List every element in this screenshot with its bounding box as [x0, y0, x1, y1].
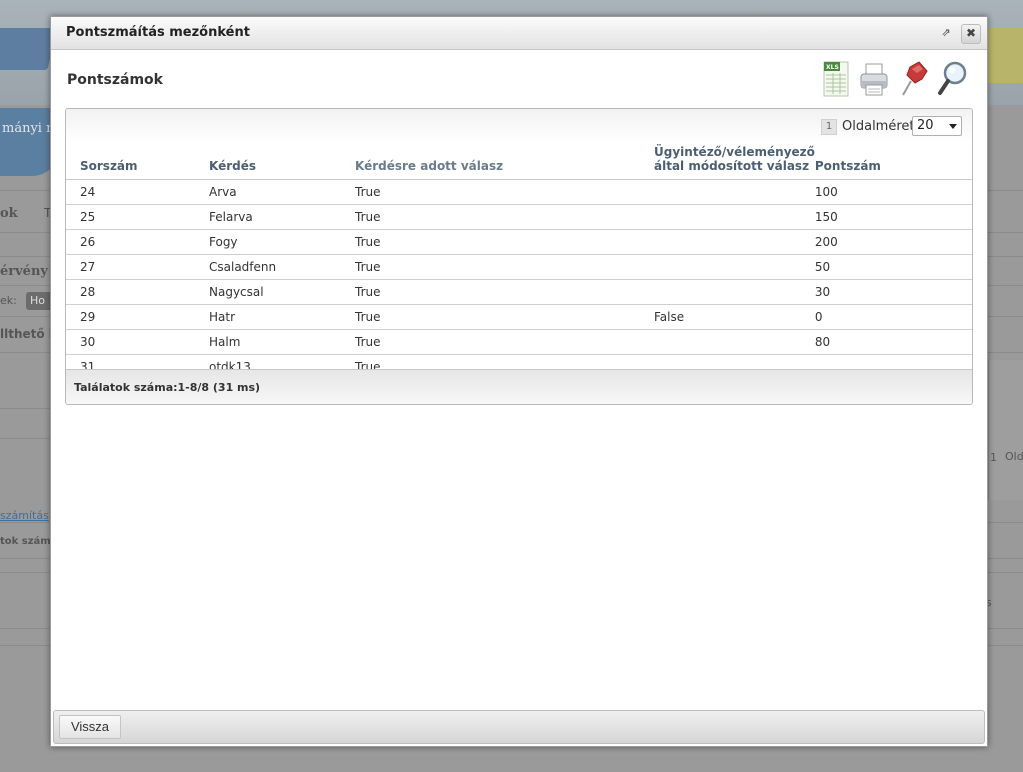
cell-number: 24	[66, 179, 195, 205]
cell-number: 26	[66, 229, 195, 255]
cell-score: 30	[814, 279, 972, 305]
page-size-select[interactable]: 20	[912, 116, 962, 136]
column-header-question[interactable]: Kérdés	[195, 143, 341, 180]
cell-score: 0	[814, 304, 972, 330]
cell-modified-answer	[654, 229, 815, 255]
scores-table: Sorszám Kérdés Kérdésre adott válasz Ügy…	[66, 143, 972, 380]
dialog-titlebar[interactable]: Pontszmáítás mezőnként ⇗ ✖	[51, 17, 987, 50]
table-footer: Találatok száma:1-8/8 (31 ms)	[66, 369, 972, 404]
table-row[interactable]: 26 Fogy True 200	[66, 229, 972, 255]
table-row[interactable]: 29 Hatr True False 0	[66, 304, 972, 330]
chevron-down-icon	[949, 124, 957, 129]
table-row[interactable]: 30 Halm True 80	[66, 329, 972, 355]
results-count: Találatok száma:1-8/8 (31 ms)	[74, 381, 261, 394]
xls-label: XLS	[826, 64, 839, 71]
cell-answer: True	[341, 254, 654, 280]
table-toolbar: 1 Oldalméret 20	[66, 109, 972, 143]
background-filter-label: ek:	[0, 294, 17, 307]
back-button[interactable]: Vissza	[59, 715, 121, 739]
table-row[interactable]: 24 Arva True 100	[66, 179, 972, 205]
section-title: Pontszámok	[67, 72, 163, 88]
cell-score: 200	[814, 229, 972, 255]
cell-question: Csaladfenn	[195, 254, 341, 280]
cell-score: 150	[814, 204, 972, 230]
column-header-modified-line1: Ügyintéző/véleményező	[654, 145, 815, 159]
magnifier-icon[interactable]	[935, 59, 969, 101]
background-menu-item: ok	[0, 206, 18, 221]
dialog-button-bar: Vissza	[53, 710, 985, 744]
printer-icon[interactable]	[857, 59, 891, 101]
cell-number: 27	[66, 254, 195, 280]
cell-answer: True	[341, 304, 654, 330]
background-decoration	[985, 28, 1023, 83]
xls-export-icon[interactable]: XLS	[819, 59, 853, 101]
cell-number: 28	[66, 279, 195, 305]
table-header-row: Sorszám Kérdés Kérdésre adott válasz Ügy…	[66, 143, 972, 180]
table-row[interactable]: 27 Csaladfenn True 50	[66, 254, 972, 280]
cell-question: Hatr	[195, 304, 341, 330]
background-heading: érvény	[0, 264, 48, 279]
cell-question: Fogy	[195, 229, 341, 255]
cell-number: 30	[66, 329, 195, 355]
column-header-answer[interactable]: Kérdésre adott válasz	[341, 143, 654, 180]
column-header-score[interactable]: Pontszám	[814, 143, 972, 180]
scores-table-panel: 1 Oldalméret 20 Sorszám Kérdés Kérdésre …	[65, 108, 973, 405]
background-pager-num: 1	[990, 451, 997, 464]
column-header-modified-answer[interactable]: Ügyintéző/véleményező által módosított vá…	[654, 143, 815, 180]
background-pager-label: Old	[1005, 450, 1023, 463]
page-number[interactable]: 1	[821, 119, 837, 135]
cell-answer: True	[341, 204, 654, 230]
dialog-title: Pontszmáítás mezőnként	[66, 25, 250, 40]
cell-modified-answer: False	[654, 304, 815, 330]
cell-question: Arva	[195, 179, 341, 205]
close-icon[interactable]: ✖	[961, 24, 981, 44]
table-row[interactable]: 28 Nagycsal True 30	[66, 279, 972, 305]
background-right-panel	[988, 360, 1023, 500]
cell-score: 50	[814, 254, 972, 280]
cell-modified-answer	[654, 279, 815, 305]
background-logo	[0, 28, 57, 70]
background-list-title: llthető k	[0, 327, 57, 341]
column-header-modified-line2: által módosított válasz	[654, 159, 810, 173]
cell-number: 25	[66, 204, 195, 230]
column-header-number[interactable]: Sorszám	[66, 143, 195, 180]
cell-modified-answer	[654, 254, 815, 280]
cell-answer: True	[341, 229, 654, 255]
cell-question: Halm	[195, 329, 341, 355]
cell-score: 100	[814, 179, 972, 205]
page-size-label: Oldalméret	[842, 119, 915, 134]
cell-answer: True	[341, 329, 654, 355]
score-dialog: Pontszmáítás mezőnként ⇗ ✖ Pontszámok XL…	[50, 16, 988, 747]
cell-modified-answer	[654, 179, 815, 205]
cell-modified-answer	[654, 329, 815, 355]
cell-answer: True	[341, 279, 654, 305]
page-size-value: 20	[917, 118, 934, 133]
cell-answer: True	[341, 179, 654, 205]
table-row[interactable]: 25 Felarva True 150	[66, 204, 972, 230]
cell-question: Felarva	[195, 204, 341, 230]
popout-icon[interactable]: ⇗	[938, 25, 954, 41]
background-link: számítás	[0, 509, 49, 522]
cell-modified-answer	[654, 204, 815, 230]
background-results: tok szám	[0, 536, 51, 547]
cell-number: 29	[66, 304, 195, 330]
cell-question: Nagycsal	[195, 279, 341, 305]
pin-icon[interactable]	[897, 59, 931, 101]
cell-score: 80	[814, 329, 972, 355]
